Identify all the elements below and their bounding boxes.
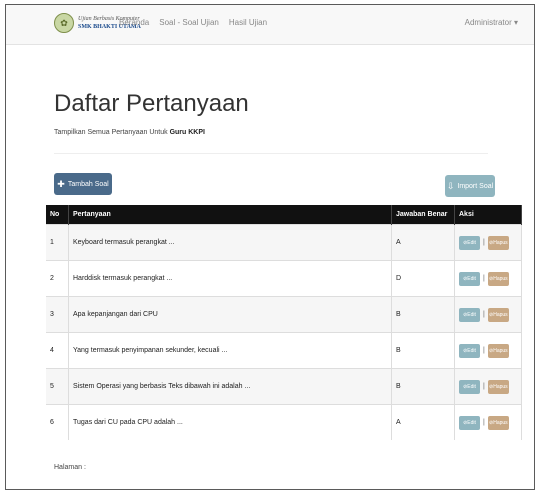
nav-hasil-ujian[interactable]: Hasil Ujian bbox=[229, 18, 267, 27]
table-row: 2 Harddisk termasuk perangkat ... D ⊘ Edi… bbox=[46, 260, 522, 297]
row-question: Harddisk termasuk perangkat ... bbox=[68, 260, 392, 297]
edit-button[interactable]: ⊘ Edit bbox=[459, 271, 480, 286]
edit-label: Edit bbox=[467, 311, 476, 318]
delete-button[interactable]: ⊘ Hapus bbox=[487, 307, 509, 322]
row-question: Apa kepanjangan dari CPU bbox=[68, 296, 392, 333]
row-actions: ⊘ Edit | ⊘ Hapus bbox=[454, 404, 522, 440]
import-icon: ⇩ bbox=[446, 180, 455, 191]
row-question: Sistem Operasi yang berbasis Teks dibawa… bbox=[68, 368, 392, 405]
divider bbox=[54, 153, 488, 154]
table-row: 1 Keyboard termasuk perangkat ... A ⊘ Edi… bbox=[46, 224, 522, 261]
user-menu[interactable]: Administrator ▾ bbox=[465, 18, 518, 27]
action-separator: | bbox=[483, 383, 485, 390]
delete-button[interactable]: ⊘ Hapus bbox=[487, 415, 509, 430]
page-subtitle: Tampilkan Semua Pertanyaan Untuk Guru KK… bbox=[54, 129, 205, 136]
action-separator: | bbox=[483, 419, 485, 426]
delete-label: Hapus bbox=[493, 383, 508, 390]
table-row: 5 Sistem Operasi yang berbasis Teks diba… bbox=[46, 368, 522, 405]
action-separator: | bbox=[483, 347, 485, 354]
delete-button[interactable]: ⊘ Hapus bbox=[487, 379, 509, 394]
row-actions: ⊘ Edit | ⊘ Hapus bbox=[454, 296, 522, 333]
nav-links: Beranda Soal - Soal Ujian Hasil Ujian bbox=[119, 18, 267, 27]
edit-label: Edit bbox=[467, 239, 476, 246]
edit-label: Edit bbox=[467, 275, 476, 282]
row-answer: A bbox=[391, 404, 455, 440]
edit-button[interactable]: ⊘ Edit bbox=[459, 235, 480, 250]
row-actions: ⊘ Edit | ⊘ Hapus bbox=[454, 368, 522, 405]
subtitle-prefix: Tampilkan Semua Pertanyaan Untuk bbox=[54, 129, 170, 136]
header-answer: Jawaban Benar bbox=[391, 205, 455, 225]
delete-button[interactable]: ⊘ Hapus bbox=[487, 235, 509, 250]
row-answer: B bbox=[391, 296, 455, 333]
edit-button[interactable]: ⊘ Edit bbox=[459, 415, 480, 430]
row-answer: A bbox=[391, 224, 455, 261]
row-no: 3 bbox=[46, 296, 69, 333]
delete-label: Hapus bbox=[493, 419, 508, 426]
pagination-label: Halaman : bbox=[54, 464, 86, 471]
plus-icon: ✚ bbox=[57, 178, 65, 189]
table-row: 3 Apa kepanjangan dari CPU B ⊘ Edit | ⊘ Ha… bbox=[46, 296, 522, 333]
delete-button[interactable]: ⊘ Hapus bbox=[487, 343, 509, 358]
row-no: 6 bbox=[46, 404, 69, 440]
row-question: Yang termasuk penyimpanan sekunder, kecu… bbox=[68, 332, 392, 369]
row-answer: B bbox=[391, 332, 455, 369]
header-question: Pertanyaan bbox=[68, 205, 392, 225]
import-question-label: Import Soal bbox=[457, 182, 494, 190]
add-question-label: Tambah Soal bbox=[67, 180, 109, 188]
import-question-button[interactable]: ⇩ Import Soal bbox=[445, 175, 495, 197]
table-row: 4 Yang termasuk penyimpanan sekunder, ke… bbox=[46, 332, 522, 369]
row-question: Keyboard termasuk perangkat ... bbox=[68, 224, 392, 261]
delete-label: Hapus bbox=[493, 347, 508, 354]
add-question-button[interactable]: ✚ Tambah Soal bbox=[54, 173, 112, 195]
row-question: Tugas dari CU pada CPU adalah ... bbox=[68, 404, 392, 440]
edit-button[interactable]: ⊘ Edit bbox=[459, 379, 480, 394]
delete-label: Hapus bbox=[493, 311, 508, 318]
action-separator: | bbox=[483, 275, 485, 282]
row-answer: B bbox=[391, 368, 455, 405]
edit-label: Edit bbox=[467, 347, 476, 354]
subtitle-bold: Guru KKPI bbox=[169, 129, 205, 136]
row-actions: ⊘ Edit | ⊘ Hapus bbox=[454, 260, 522, 297]
edit-label: Edit bbox=[467, 383, 476, 390]
nav-beranda[interactable]: Beranda bbox=[119, 18, 149, 27]
action-separator: | bbox=[483, 239, 485, 246]
row-answer: D bbox=[391, 260, 455, 297]
questions-table: No Pertanyaan Jawaban Benar Aksi 1 Keybo… bbox=[46, 205, 522, 440]
delete-button[interactable]: ⊘ Hapus bbox=[487, 271, 509, 286]
edit-button[interactable]: ⊘ Edit bbox=[459, 343, 480, 358]
school-logo: ✿ bbox=[54, 13, 74, 33]
app-window: ✿ Ujian Berbasis Komputer SMK BHAKTI UTA… bbox=[5, 4, 535, 490]
table-row: 6 Tugas dari CU pada CPU adalah ... A ⊘ E… bbox=[46, 404, 522, 440]
delete-label: Hapus bbox=[493, 275, 508, 282]
edit-label: Edit bbox=[467, 419, 476, 426]
row-no: 4 bbox=[46, 332, 69, 369]
row-actions: ⊘ Edit | ⊘ Hapus bbox=[454, 224, 522, 261]
action-separator: | bbox=[483, 311, 485, 318]
header-action: Aksi bbox=[454, 205, 522, 225]
nav-soal-ujian[interactable]: Soal - Soal Ujian bbox=[159, 18, 219, 27]
row-actions: ⊘ Edit | ⊘ Hapus bbox=[454, 332, 522, 369]
delete-label: Hapus bbox=[493, 239, 508, 246]
navbar: ✿ Ujian Berbasis Komputer SMK BHAKTI UTA… bbox=[6, 5, 534, 45]
edit-button[interactable]: ⊘ Edit bbox=[459, 307, 480, 322]
row-no: 1 bbox=[46, 224, 69, 261]
row-no: 5 bbox=[46, 368, 69, 405]
page-title: Daftar Pertanyaan bbox=[54, 90, 249, 117]
table-header-row: No Pertanyaan Jawaban Benar Aksi bbox=[46, 205, 522, 225]
header-no: No bbox=[46, 205, 69, 225]
row-no: 2 bbox=[46, 260, 69, 297]
